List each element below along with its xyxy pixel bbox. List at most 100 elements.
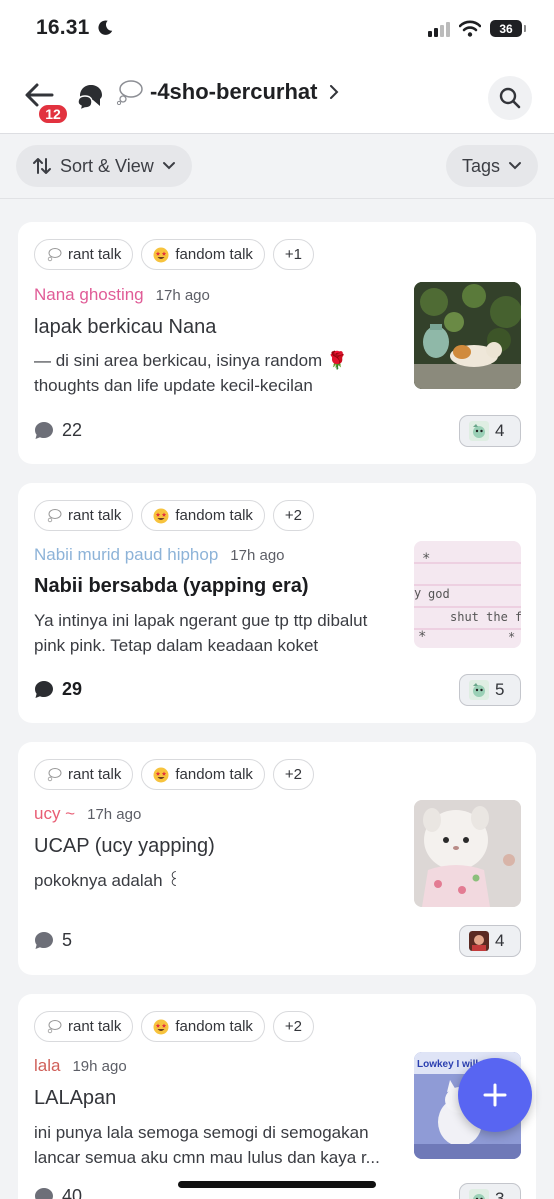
post-time: 17h ago	[155, 287, 210, 304]
tag-rant-talk: rant talk	[34, 1011, 134, 1042]
reaction-emoji-icon	[469, 680, 489, 700]
comment-count: 40	[34, 1186, 82, 1199]
sort-arrows-icon	[33, 158, 51, 174]
clock-text: 16.31	[36, 16, 90, 39]
chevron-down-icon	[162, 162, 175, 170]
author-name[interactable]: Nana ghosting	[34, 285, 144, 305]
sort-view-label: Sort & View	[60, 155, 154, 176]
post-card[interactable]: rant talk fandom talk +2 Nabii murid pau…	[18, 483, 536, 723]
comment-bubble-icon	[35, 1188, 53, 1199]
comment-bubble-icon	[35, 932, 53, 949]
reaction-button[interactable]: 5	[459, 674, 521, 706]
tag-fandom-talk: fandom talk	[141, 500, 265, 531]
tag-more-count: +2	[272, 1011, 315, 1042]
forum-channel-icon	[77, 85, 102, 112]
author-name[interactable]: ucy ~	[34, 804, 75, 824]
post-tags: rant talk fandom talk +1	[34, 239, 315, 270]
post-snippet: — di sini area berkicau, isinya random 🌹…	[34, 351, 349, 395]
search-button[interactable]	[488, 76, 532, 120]
post-tags: rant talk fandom talk +2	[34, 1011, 315, 1042]
tag-rant-talk: rant talk	[34, 239, 134, 270]
tag-fandom-talk: fandom talk	[141, 239, 265, 270]
star-struck-emoji-icon	[153, 247, 169, 262]
post-tags: rant talk fandom talk +2	[34, 759, 315, 790]
unread-badge: 12	[37, 103, 69, 125]
tag-more-count: +2	[272, 759, 315, 790]
post-thumbnail[interactable]	[414, 800, 521, 907]
comment-count: 5	[34, 930, 72, 951]
star-struck-emoji-icon	[153, 1019, 169, 1034]
comment-count: 22	[34, 420, 82, 441]
tag-more-count: +2	[272, 500, 315, 531]
post-title: UCAP (ucy yapping)	[34, 835, 215, 857]
tag-fandom-talk: fandom talk	[141, 1011, 265, 1042]
channel-title[interactable]: -4sho-bercurhat	[116, 79, 341, 105]
home-indicator	[178, 1181, 376, 1188]
comment-bubble-icon	[35, 422, 53, 439]
tag-rant-talk: rant talk	[34, 500, 134, 531]
comment-bubble-icon	[35, 681, 53, 698]
author-name[interactable]: Nabii murid paud hiphop	[34, 545, 218, 565]
post-time: 19h ago	[72, 1058, 127, 1075]
thought-bubble-icon	[116, 80, 143, 105]
tags-filter-button[interactable]: Tags	[445, 145, 538, 187]
post-card[interactable]: rant talk fandom talk +1 Nana ghosting 1…	[18, 222, 536, 464]
svg-text:*: *	[508, 630, 515, 644]
post-meta: Nana ghosting 17h ago	[34, 285, 210, 305]
plus-icon	[483, 1083, 507, 1107]
author-name[interactable]: lala	[34, 1056, 60, 1076]
svg-text:shut the f: shut the f	[450, 610, 521, 624]
post-snippet: ini punya lala semoga semogi di semogaka…	[34, 1123, 380, 1167]
tag-rant-talk: rant talk	[34, 759, 134, 790]
post-title: lapak berkicau Nana	[34, 316, 217, 338]
thought-bubble-icon	[47, 508, 62, 522]
reaction-avatar-icon	[469, 931, 489, 951]
post-meta: Nabii murid paud hiphop 17h ago	[34, 545, 285, 565]
thought-bubble-icon	[47, 247, 62, 261]
tag-fandom-talk: fandom talk	[141, 759, 265, 790]
reaction-button[interactable]: 3	[459, 1183, 521, 1199]
cat-painting-image	[414, 282, 521, 389]
star-struck-emoji-icon	[153, 508, 169, 523]
post-snippet: pokoknya adalah ꒰	[34, 871, 181, 890]
plush-toy-image	[414, 800, 521, 907]
post-time: 17h ago	[230, 547, 285, 564]
thought-bubble-icon	[47, 767, 62, 781]
post-snippet: Ya intinya ini lapak ngerant gue tp ttp …	[34, 611, 368, 655]
channel-header: 12 -4sho-bercurhat	[0, 62, 554, 134]
new-post-button[interactable]	[458, 1058, 532, 1132]
battery-icon: 36	[490, 20, 526, 37]
sort-view-button[interactable]: Sort & View	[16, 145, 192, 187]
post-thumbnail[interactable]	[414, 282, 521, 389]
reaction-button[interactable]: 4	[459, 415, 521, 447]
chevron-right-icon	[330, 85, 339, 99]
svg-text:*: *	[422, 551, 430, 567]
reaction-button[interactable]: 4	[459, 925, 521, 957]
post-meta: lala 19h ago	[34, 1056, 127, 1076]
handwritten-note-image: * y god shut the f * *	[414, 541, 521, 648]
tags-label: Tags	[461, 155, 500, 176]
post-title: LALApan	[34, 1087, 117, 1109]
thought-bubble-icon	[47, 1019, 62, 1033]
post-tags: rant talk fandom talk +2	[34, 500, 315, 531]
post-time: 17h ago	[87, 806, 142, 823]
comment-count: 29	[34, 679, 82, 700]
status-bar: 16.31 36	[0, 0, 554, 62]
svg-text:god: god	[428, 587, 450, 601]
star-struck-emoji-icon	[153, 767, 169, 782]
moon-icon	[98, 20, 112, 35]
post-thumbnail[interactable]: * y god shut the f * *	[414, 541, 521, 648]
reaction-emoji-icon	[469, 421, 489, 441]
svg-text:*: *	[418, 629, 426, 645]
svg-text:y: y	[414, 586, 421, 600]
chevron-down-icon	[509, 162, 521, 170]
wifi-icon	[459, 20, 481, 37]
status-icons: 36	[428, 20, 526, 37]
reaction-emoji-icon	[469, 1189, 489, 1199]
tag-more-count: +1	[272, 239, 315, 270]
channel-name: -4sho-bercurhat	[150, 79, 318, 104]
status-time: 16.31	[36, 16, 114, 40]
post-card[interactable]: rant talk fandom talk +2 ucy ~ 17h ago U…	[18, 742, 536, 975]
filter-bar: Sort & View Tags	[0, 135, 554, 199]
post-title: Nabii bersabda (yapping era)	[34, 575, 309, 597]
